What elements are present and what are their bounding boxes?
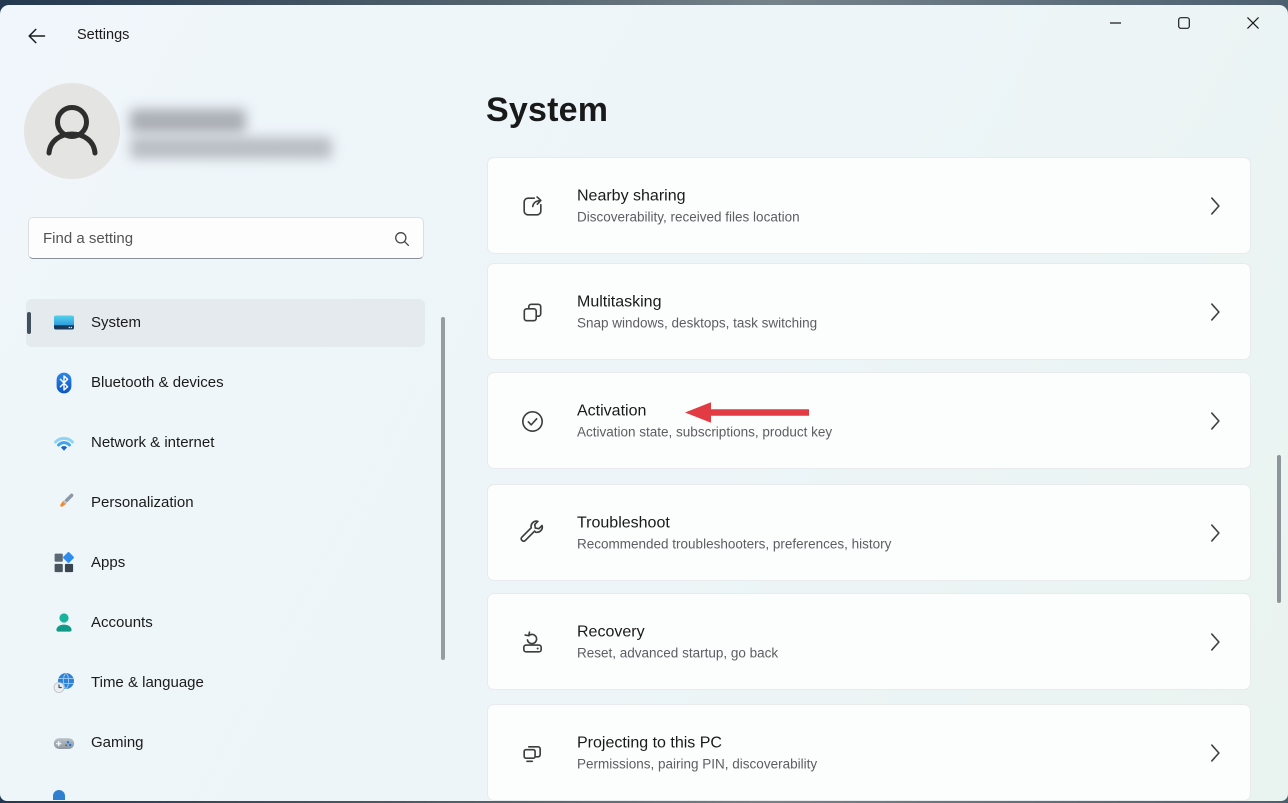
sidebar-item-label: Network & internet [91, 419, 214, 467]
back-button[interactable] [18, 19, 54, 53]
close-button[interactable] [1230, 5, 1276, 41]
share-icon [519, 193, 546, 220]
sidebar-item-apps[interactable]: Apps [26, 539, 425, 587]
card-subtitle: Reset, advanced startup, go back [577, 645, 778, 660]
settings-window: Settings [0, 5, 1288, 801]
search-icon[interactable] [394, 231, 410, 247]
card-title: Nearby sharing [577, 187, 800, 205]
card-title: Troubleshoot [577, 514, 891, 532]
card-subtitle: Discoverability, received files location [577, 209, 800, 224]
sidebar-item-gaming[interactable]: Gaming [26, 719, 425, 767]
card-text: Nearby sharing Discoverability, received… [577, 187, 800, 224]
sidebar-item-label: Accounts [91, 599, 153, 647]
maximize-icon [1178, 17, 1190, 29]
game-controller-icon [53, 732, 75, 754]
card-troubleshoot[interactable]: Troubleshoot Recommended troubleshooters… [487, 484, 1251, 581]
sidebar-item-label: Apps [91, 539, 125, 587]
card-subtitle: Activation state, subscriptions, product… [577, 424, 832, 439]
apps-grid-icon [53, 552, 75, 574]
desktop: { "titlebar": { "app_title": "Settings",… [0, 0, 1288, 803]
card-title: Recovery [577, 623, 778, 641]
chevron-right-icon [1210, 523, 1221, 542]
sidebar-item-accounts[interactable]: Accounts [26, 599, 425, 647]
card-title: Multitasking [577, 293, 817, 311]
sidebar-item-label: Personalization [91, 479, 194, 527]
card-text: Troubleshoot Recommended troubleshooters… [577, 514, 891, 551]
sidebar-item-label: Gaming [91, 719, 144, 767]
card-recovery[interactable]: Recovery Reset, advanced startup, go bac… [487, 593, 1251, 690]
page-title: System [486, 91, 608, 130]
sidebar-item-label: System [91, 299, 141, 347]
overlapping-windows-icon [519, 299, 546, 326]
next-sidebar-item-peek-icon [53, 790, 65, 800]
close-icon [1247, 17, 1259, 29]
card-text: Multitasking Snap windows, desktops, tas… [577, 293, 817, 330]
card-activation[interactable]: Activation Activation state, subscriptio… [487, 372, 1251, 469]
avatar [24, 83, 120, 179]
card-text: Projecting to this PC Permissions, pairi… [577, 734, 817, 771]
sidebar-item-label: Time & language [91, 659, 204, 707]
sidebar-item-time-language[interactable]: Time & language [26, 659, 425, 707]
display-icon [53, 312, 75, 334]
bluetooth-icon [53, 372, 75, 394]
card-title: Projecting to this PC [577, 734, 817, 752]
search-input[interactable] [29, 218, 423, 258]
maximize-button[interactable] [1161, 5, 1207, 41]
user-name-redacted [130, 109, 246, 133]
chevron-right-icon [1210, 632, 1221, 651]
sidebar-scrollbar[interactable] [441, 317, 445, 660]
card-subtitle: Snap windows, desktops, task switching [577, 315, 817, 330]
selected-indicator [27, 312, 31, 334]
minimize-icon [1110, 22, 1121, 24]
annotation-arrow-left-icon [685, 401, 811, 424]
chevron-right-icon [1210, 196, 1221, 215]
card-subtitle: Recommended troubleshooters, preferences… [577, 536, 891, 551]
clock-globe-icon [53, 672, 75, 694]
user-email-redacted [130, 137, 332, 159]
sidebar-item-bluetooth-devices[interactable]: Bluetooth & devices [26, 359, 425, 407]
person-outline-icon [24, 83, 120, 179]
sidebar-item-label: Bluetooth & devices [91, 359, 224, 407]
projecting-screens-icon [519, 740, 546, 767]
app-title: Settings [77, 27, 129, 43]
card-text: Recovery Reset, advanced startup, go bac… [577, 623, 778, 660]
search-box [28, 217, 424, 259]
card-subtitle: Permissions, pairing PIN, discoverabilit… [577, 756, 817, 771]
sidebar-item-network-internet[interactable]: Network & internet [26, 419, 425, 467]
person-icon [53, 612, 75, 634]
wifi-icon [53, 432, 75, 454]
card-projecting-to-this-pc[interactable]: Projecting to this PC Permissions, pairi… [487, 704, 1251, 801]
wrench-icon [519, 520, 546, 547]
main-scrollbar[interactable] [1277, 455, 1281, 603]
minimize-button[interactable] [1092, 5, 1138, 41]
card-nearby-sharing[interactable]: Nearby sharing Discoverability, received… [487, 157, 1251, 254]
chevron-right-icon [1210, 411, 1221, 430]
chevron-right-icon [1210, 743, 1221, 762]
card-multitasking[interactable]: Multitasking Snap windows, desktops, tas… [487, 263, 1251, 360]
check-circle-icon [519, 408, 546, 435]
chevron-right-icon [1210, 302, 1221, 321]
sidebar-item-personalization[interactable]: Personalization [26, 479, 425, 527]
brush-icon [53, 492, 75, 514]
sidebar-item-system[interactable]: System [26, 299, 425, 347]
back-arrow-icon [27, 28, 46, 44]
recovery-arrow-icon [519, 629, 546, 656]
